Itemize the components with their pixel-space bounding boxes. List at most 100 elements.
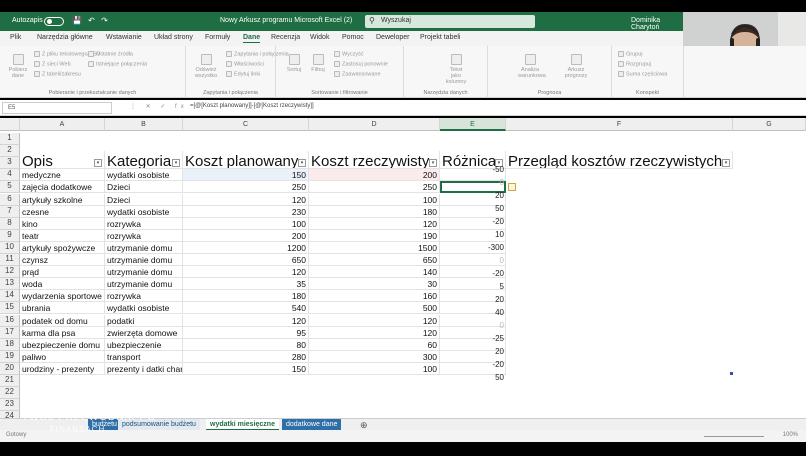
- ribbon-item-3-0[interactable]: Tekst jako kolumny: [444, 54, 468, 85]
- table-cell-r13-c1[interactable]: utrzymanie domu: [105, 278, 183, 291]
- ribbon-item-5-2[interactable]: Suma częściowa: [618, 71, 667, 77]
- row-header-6[interactable]: 6: [0, 193, 20, 206]
- row-header-22[interactable]: 22: [0, 387, 20, 400]
- ribbon-item-2-3[interactable]: Zastosuj ponownie: [334, 61, 388, 67]
- table-cell-r15-c0[interactable]: ubrania: [20, 302, 105, 315]
- formula-input[interactable]: =[@[Koszt planowany]]-[@[Koszt rzeczywis…: [190, 103, 314, 109]
- table-cell-r6-c2[interactable]: 120: [183, 193, 309, 206]
- table-cell-r16-c1[interactable]: podatki: [105, 314, 183, 327]
- row-header-4[interactable]: 4: [0, 169, 20, 182]
- table-cell-r11-c1[interactable]: utrzymanie domu: [105, 254, 183, 267]
- table-cell-r10-c3[interactable]: 1500: [309, 241, 440, 254]
- row-header-17[interactable]: 17: [0, 326, 20, 339]
- table-cell-r15-c1[interactable]: wydatki osobiste: [105, 302, 183, 315]
- table-cell-r8-c0[interactable]: kino: [20, 217, 105, 230]
- table-cell-r5-c0[interactable]: zajęcia dodatkowe: [20, 181, 105, 194]
- zoom-level[interactable]: 100%: [783, 432, 798, 438]
- ribbon-item-0-4[interactable]: Ostatnie źródła: [88, 51, 133, 57]
- table-cell-r20-c1[interactable]: prezenty i datki charytatywne: [105, 362, 183, 375]
- table-cell-r5-c1[interactable]: Dzieci: [105, 181, 183, 194]
- row-header-15[interactable]: 15: [0, 302, 20, 315]
- row-header-8[interactable]: 8: [0, 217, 20, 230]
- filter-dropdown-icon[interactable]: ▾: [722, 159, 730, 168]
- table-cell-r12-c0[interactable]: prąd: [20, 266, 105, 279]
- ribbon-item-2-2[interactable]: Wyczyść: [334, 51, 364, 57]
- filter-dropdown-icon[interactable]: ▾: [172, 159, 180, 168]
- row-header-24[interactable]: 24: [0, 411, 20, 418]
- table-cell-r9-c1[interactable]: rozrywka: [105, 229, 183, 242]
- fx-icon[interactable]: ⋮ ✕ ✓ fx: [130, 103, 188, 110]
- column-header-B[interactable]: B: [105, 118, 183, 131]
- quick-access-toolbar[interactable]: 💾 ↶ ↷: [72, 16, 110, 25]
- table-cell-r17-c0[interactable]: karma dla psa: [20, 326, 105, 339]
- tab-4[interactable]: Formuły: [205, 34, 230, 41]
- table-cell-r11-c2[interactable]: 650: [183, 254, 309, 267]
- table-cell-r14-c3[interactable]: 160: [309, 290, 440, 303]
- column-header-A[interactable]: A: [20, 118, 105, 131]
- table-cell-r7-c0[interactable]: czesne: [20, 205, 105, 218]
- ribbon-item-4-1[interactable]: Arkusz prognozy: [564, 54, 588, 79]
- row-header-5[interactable]: 5: [0, 181, 20, 194]
- table-cell-r16-c0[interactable]: podatek od domu: [20, 314, 105, 327]
- tab-3[interactable]: Układ strony: [154, 34, 193, 41]
- table-cell-r6-c0[interactable]: artykuły szkolne: [20, 193, 105, 206]
- table-cell-r8-c2[interactable]: 100: [183, 217, 309, 230]
- table-cell-r7-c1[interactable]: wydatki osobiste: [105, 205, 183, 218]
- row-header-19[interactable]: 19: [0, 350, 20, 363]
- table-cell-r11-c0[interactable]: czynsz: [20, 254, 105, 267]
- tab-0[interactable]: Plik: [10, 34, 21, 41]
- table-cell-r6-c3[interactable]: 100: [309, 193, 440, 206]
- tab-7[interactable]: Widok: [310, 34, 329, 41]
- table-cell-r8-c1[interactable]: rozrywka: [105, 217, 183, 230]
- column-header-D[interactable]: D: [309, 118, 440, 131]
- tab-2[interactable]: Wstawianie: [106, 34, 142, 41]
- row-header-14[interactable]: 14: [0, 290, 20, 303]
- table-cell-r9-c0[interactable]: teatr: [20, 229, 105, 242]
- table-cell-r14-c0[interactable]: wydarzenia sportowe: [20, 290, 105, 303]
- row-header-18[interactable]: 18: [0, 338, 20, 351]
- table-cell-r17-c1[interactable]: zwierzęta domowe: [105, 326, 183, 339]
- ribbon-item-4-0[interactable]: Analiza warunkowa: [518, 54, 546, 79]
- table-cell-r12-c1[interactable]: utrzymanie domu: [105, 266, 183, 279]
- ribbon-item-1-3[interactable]: Edytuj linki: [226, 71, 260, 77]
- ribbon-item-1-2[interactable]: Właściwości: [226, 61, 264, 67]
- table-cell-r19-c1[interactable]: transport: [105, 350, 183, 363]
- table-cell-r6-c1[interactable]: Dzieci: [105, 193, 183, 206]
- filter-dropdown-icon[interactable]: ▾: [429, 159, 437, 168]
- table-cell-r10-c2[interactable]: 1200: [183, 241, 309, 254]
- search-box[interactable]: ⚲ Wyszukaj: [365, 15, 535, 28]
- table-cell-r9-c3[interactable]: 190: [309, 229, 440, 242]
- table-header-0[interactable]: Opis: [20, 151, 105, 170]
- autocorrect-options-icon[interactable]: [508, 183, 516, 192]
- filter-dropdown-icon[interactable]: ▾: [298, 159, 306, 168]
- table-header-5[interactable]: Przegląd kosztów rzeczywistych: [506, 151, 733, 170]
- user-name[interactable]: Dominika Charytoń: [631, 17, 683, 31]
- table-cell-r15-c2[interactable]: 540: [183, 302, 309, 315]
- zoom-slider[interactable]: [704, 436, 764, 437]
- table-cell-r20-c3[interactable]: 100: [309, 362, 440, 375]
- table-cell-r18-c2[interactable]: 80: [183, 338, 309, 351]
- tab-10[interactable]: Projekt tabeli: [420, 34, 460, 41]
- row-header-13[interactable]: 13: [0, 278, 20, 291]
- row-header-23[interactable]: 23: [0, 399, 20, 412]
- table-cell-r20-c2[interactable]: 150: [183, 362, 309, 375]
- row-header-7[interactable]: 7: [0, 205, 20, 218]
- row-header-1[interactable]: 1: [0, 133, 20, 146]
- table-cell-r19-c2[interactable]: 280: [183, 350, 309, 363]
- table-cell-r17-c3[interactable]: 120: [309, 326, 440, 339]
- ribbon-item-5-0[interactable]: Grupuj: [618, 51, 643, 57]
- table-cell-r8-c3[interactable]: 120: [309, 217, 440, 230]
- table-cell-r16-c3[interactable]: 120: [309, 314, 440, 327]
- ribbon-item-2-0[interactable]: Sortuj: [282, 54, 306, 73]
- table-cell-r20-c0[interactable]: urodziny - prezenty: [20, 362, 105, 375]
- select-all-corner[interactable]: [0, 118, 20, 131]
- column-header-G[interactable]: G: [733, 118, 806, 131]
- row-header-12[interactable]: 12: [0, 266, 20, 279]
- ribbon-item-1-0[interactable]: Odśwież wszystko: [194, 54, 218, 79]
- table-cell-r13-c0[interactable]: woda: [20, 278, 105, 291]
- table-cell-r4-c0[interactable]: medyczne: [20, 169, 105, 182]
- name-box[interactable]: E5: [2, 102, 112, 114]
- row-header-21[interactable]: 21: [0, 375, 20, 388]
- autosave-toggle[interactable]: [44, 17, 64, 26]
- table-cell-r18-c1[interactable]: ubezpieczenie: [105, 338, 183, 351]
